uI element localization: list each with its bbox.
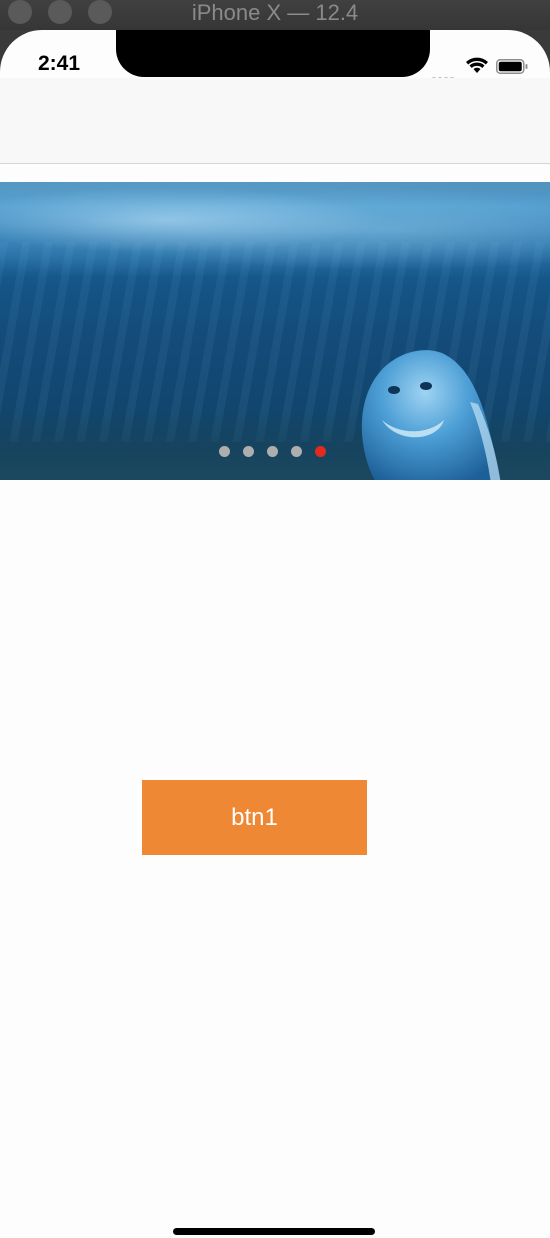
cellular-signal-icon [432, 68, 458, 81]
page-dot[interactable] [219, 446, 230, 457]
page-dot-active[interactable] [315, 446, 326, 457]
navigation-bar [0, 78, 550, 164]
page-dot[interactable] [243, 446, 254, 457]
dolphin-image [361, 350, 501, 480]
phone-screen: 2:41 btn1 [0, 30, 550, 1238]
status-time: 2:41 [38, 52, 81, 75]
window-title: iPhone X — 12.4 [191, 0, 359, 25]
window-titlebar: iPhone X — 12.4 [0, 0, 550, 30]
btn1-button[interactable]: btn1 [142, 780, 367, 855]
home-indicator[interactable] [173, 1228, 375, 1235]
banner-carousel[interactable] [0, 182, 550, 480]
battery-icon [496, 59, 528, 74]
device-notch [116, 30, 430, 77]
page-dot[interactable] [267, 446, 278, 457]
simulator-window: iPhone X — 12.4 2:41 btn1 [0, 0, 550, 1238]
page-dot[interactable] [291, 446, 302, 457]
wifi-icon [466, 57, 488, 73]
